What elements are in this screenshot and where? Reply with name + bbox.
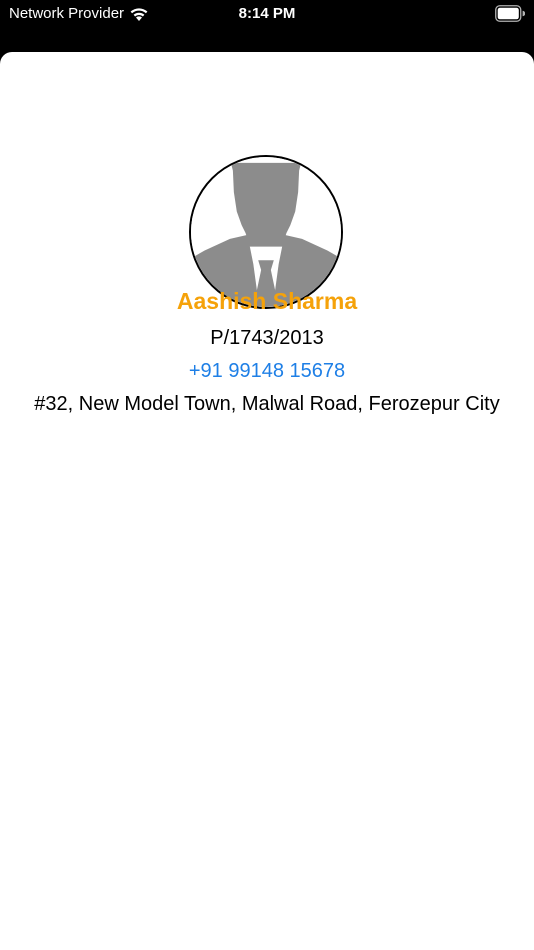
person-placeholder-icon: [189, 155, 343, 309]
phone-link[interactable]: +91 99148 15678: [0, 360, 534, 383]
registration-number: P/1743/2013: [210, 327, 324, 349]
address-text: #32, New Model Town, Malwal Road, Feroze…: [34, 393, 500, 415]
profile-name: Aashish Sharma: [176, 288, 358, 314]
status-time: 8:14 PM: [238, 5, 296, 22]
status-bar: Network Provider 8:14 PM: [0, 0, 534, 30]
profile-sheet: [0, 52, 534, 950]
battery-icon: [495, 5, 526, 22]
